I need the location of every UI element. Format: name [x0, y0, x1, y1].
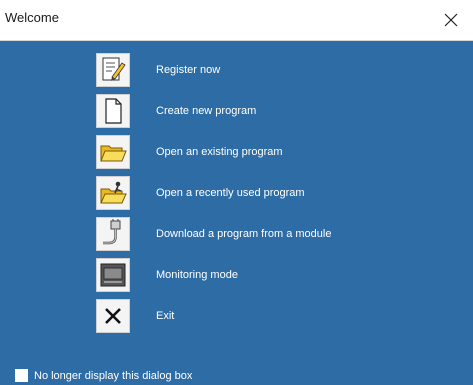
recent-folder-icon: [100, 181, 127, 204]
menu-item-label: Create new program: [156, 105, 257, 117]
menu-item-label: Monitoring mode: [156, 269, 238, 281]
menu-item-label: Open a recently used program: [156, 187, 305, 199]
title-bar: Welcome: [0, 0, 473, 41]
close-icon: [444, 13, 458, 27]
menu-item-monitoring[interactable]: Monitoring mode: [96, 254, 456, 296]
exit-x-icon: [105, 308, 121, 324]
menu-item-download[interactable]: Download a program from a module: [96, 213, 456, 255]
menu-item-register[interactable]: Register now: [96, 49, 456, 91]
menu-item-create-new[interactable]: Create new program: [96, 90, 456, 132]
menu-item-label: Open an existing program: [156, 146, 283, 158]
menu-item-exit[interactable]: Exit: [96, 295, 456, 337]
dialog-title: Welcome: [5, 10, 59, 25]
dont-show-again-label: No longer display this dialog box: [34, 369, 193, 382]
menu-item-label: Register now: [156, 64, 221, 76]
download-module-icon: [103, 219, 121, 245]
menu-item-open-recent[interactable]: Open a recently used program: [96, 172, 456, 214]
dont-show-again-row: No longer display this dialog box: [15, 369, 192, 382]
menu-item-open-existing[interactable]: Open an existing program: [96, 131, 456, 173]
open-folder-icon: [100, 145, 127, 162]
dont-show-again-checkbox[interactable]: [15, 369, 28, 382]
content-panel: Register now Create new program Open an …: [0, 41, 473, 385]
new-document-icon: [105, 98, 122, 124]
register-pencil-icon: [102, 57, 126, 81]
menu-item-label: Exit: [156, 310, 175, 322]
menu-item-label: Download a program from a module: [156, 228, 332, 240]
welcome-dialog: Welcome Register now Create new program …: [0, 0, 473, 385]
monitor-icon: [100, 263, 126, 287]
close-button[interactable]: [429, 0, 473, 40]
